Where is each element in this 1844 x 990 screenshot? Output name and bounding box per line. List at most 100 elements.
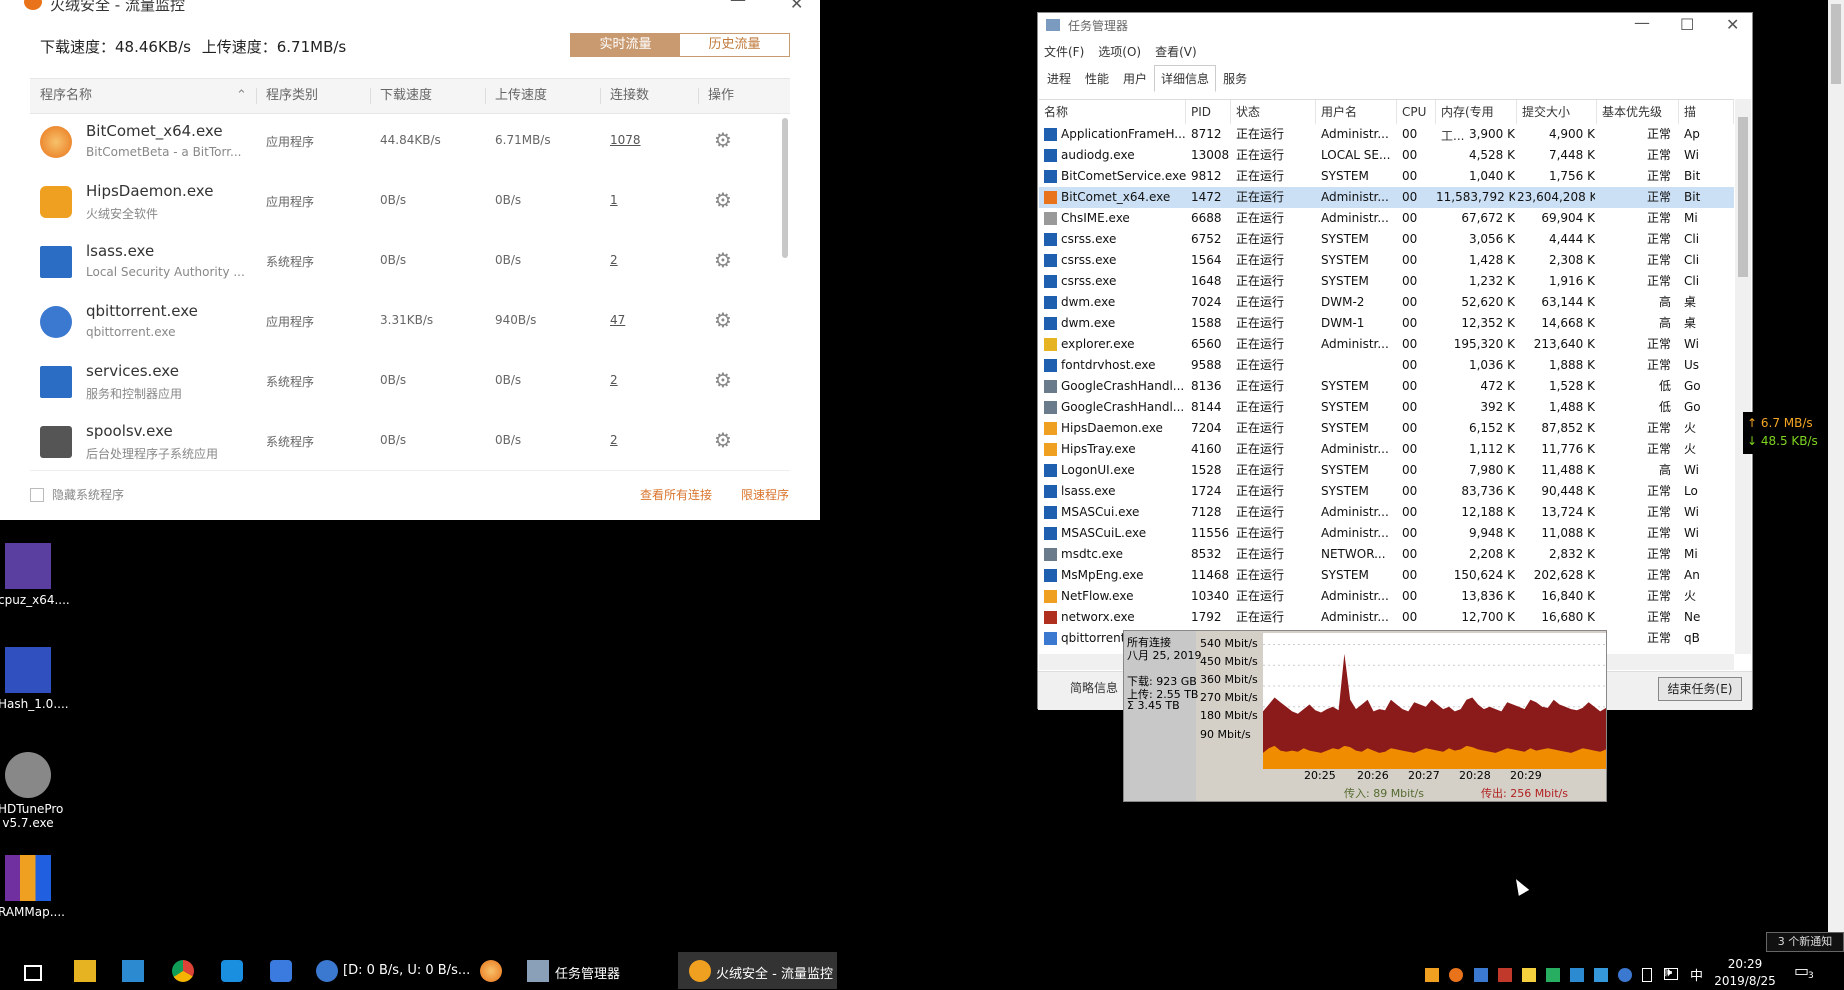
huorong-icon[interactable] (689, 960, 711, 982)
table-row[interactable]: MsMpEng.exe 11468 正在运行 SYSTEM 00 150,624 K 202… (1039, 565, 1734, 586)
table-row[interactable]: BitCometService.exe 9812 正在运行 SYSTEM 00 1,040… (1039, 166, 1734, 187)
col-priority[interactable]: 基本优先级 (1597, 100, 1679, 124)
tab-realtime[interactable]: 实时流量 (571, 34, 680, 56)
program-row[interactable]: HipsDaemon.exe 火绒安全软件 应用程序 0B/s 0B/s 1 ⚙ (30, 172, 780, 232)
program-conn-link[interactable]: 2 (610, 373, 618, 387)
col-cpu[interactable]: CPU (1397, 100, 1436, 124)
table-row[interactable]: dwm.exe 7024 正在运行 DWM-2 00 52,620 K 63,144 K 高桌 (1039, 292, 1734, 313)
program-row[interactable]: lsass.exe Local Security Authority ... 系… (30, 232, 780, 292)
tab-details[interactable]: 详细信息 (1154, 65, 1217, 92)
tray-chart-icon[interactable] (1546, 968, 1560, 982)
table-row[interactable]: MSASCuiL.exe 11556 正在运行 Administr... 00 9,948… (1039, 523, 1734, 544)
col-desc[interactable]: 描 (1679, 100, 1734, 124)
gear-icon[interactable]: ⚙ (714, 188, 732, 212)
table-row[interactable]: fontdrvhost.exe 9588 正在运行 00 1,036 K 1,888 K 正… (1039, 355, 1734, 376)
table-row[interactable]: ChsIME.exe 6688 正在运行 Administr... 00 67,672 K… (1039, 208, 1734, 229)
col-pid[interactable]: PID (1186, 100, 1231, 124)
table-row[interactable]: csrss.exe 1564 正在运行 SYSTEM 00 1,428 K 2,308 K 正… (1039, 250, 1734, 271)
tray-defender-icon[interactable] (1498, 968, 1512, 982)
table-row[interactable]: HipsTray.exe 4160 正在运行 Administr... 00 1,112 … (1039, 439, 1734, 460)
table-row[interactable]: csrss.exe 6752 正在运行 SYSTEM 00 3,056 K 4,444 K 正… (1039, 229, 1734, 250)
tray-shield-icon[interactable] (1425, 968, 1439, 982)
store-icon[interactable] (122, 960, 144, 982)
chrome-icon[interactable] (172, 960, 194, 982)
bird-app-icon[interactable] (270, 960, 292, 982)
notification-count[interactable]: 3 个新通知 (1766, 932, 1844, 952)
program-row[interactable]: BitComet_x64.exe BitCometBeta - a BitTor… (30, 112, 780, 172)
scroll-thumb[interactable] (1738, 117, 1748, 277)
action-center-icon[interactable]: ▭ (1794, 961, 1809, 980)
volume-icon[interactable]: 🕪 (1664, 965, 1672, 980)
tab-performance[interactable]: 性能 (1078, 65, 1116, 92)
clock[interactable]: 20:29 2019/8/25 (1702, 956, 1788, 990)
col-status[interactable]: 状态 (1231, 100, 1316, 124)
app-s-icon[interactable] (221, 960, 243, 982)
tray-network-icon[interactable] (1522, 968, 1536, 982)
menu-options[interactable]: 选项(O) (1098, 43, 1141, 60)
table-row[interactable]: BitComet_x64.exe 1472 正在运行 Administr... 00 11… (1039, 187, 1734, 208)
table-row[interactable]: lsass.exe 1724 正在运行 SYSTEM 00 83,736 K 90,448 … (1039, 481, 1734, 502)
close-icon[interactable]: ✕ (790, 0, 803, 13)
program-conn-link[interactable]: 1 (610, 193, 618, 207)
table-row[interactable]: LogonUI.exe 1528 正在运行 SYSTEM 00 7,980 K 11,488… (1039, 460, 1734, 481)
col-user[interactable]: 用户名 (1316, 100, 1397, 124)
taskmgr-icon[interactable] (527, 960, 549, 982)
end-task-button[interactable]: 结束任务(E) (1658, 677, 1742, 701)
col-up[interactable]: 上传速度 (495, 79, 547, 113)
gear-icon[interactable]: ⚙ (714, 368, 732, 392)
table-row[interactable]: explorer.exe 6560 正在运行 Administr... 00 195,32… (1039, 334, 1734, 355)
table-row[interactable]: audiodg.exe 13008 正在运行 LOCAL SE... 00 4,528 K… (1039, 145, 1734, 166)
table-row[interactable]: NetFlow.exe 10340 正在运行 Administr... 00 13,836… (1039, 586, 1734, 607)
right-edge-scrollbar[interactable] (1828, 0, 1844, 952)
program-row[interactable]: spoolsv.exe 后台处理程序子系统应用 系统程序 0B/s 0B/s 2… (30, 412, 780, 472)
qbittorrent-icon[interactable] (316, 960, 338, 982)
limit-speed-link[interactable]: 限速程序 (741, 486, 789, 503)
col-mem[interactable]: 内存(专用工... (1436, 100, 1517, 143)
col-commit[interactable]: 提交大小 (1517, 100, 1597, 124)
list-scrollbar[interactable] (782, 118, 788, 258)
tray-app-icon[interactable] (1570, 968, 1584, 982)
table-row[interactable]: msdtc.exe 8532 正在运行 NETWOR... 00 2,208 K 2,832… (1039, 544, 1734, 565)
table-row[interactable]: MSASCui.exe 7128 正在运行 Administr... 00 12,188 … (1039, 502, 1734, 523)
task-view-icon[interactable] (24, 965, 42, 981)
col-name[interactable]: 名称 (1039, 100, 1186, 124)
gear-icon[interactable]: ⚙ (714, 308, 732, 332)
tray-qbittorrent-icon[interactable] (1618, 968, 1632, 982)
minimize-button[interactable]: — (730, 0, 746, 9)
tray-cloud-icon[interactable] (1594, 968, 1608, 982)
table-row[interactable]: csrss.exe 1648 正在运行 SYSTEM 00 1,232 K 1,916 K 正… (1039, 271, 1734, 292)
table-row[interactable]: GoogleCrashHandl... 8144 正在运行 SYSTEM 00 392 K… (1039, 397, 1734, 418)
tab-services[interactable]: 服务 (1216, 65, 1254, 92)
qbittorrent-task-label[interactable]: [D: 0 B/s, U: 0 B/s... (343, 963, 470, 978)
view-all-connections-link[interactable]: 查看所有连接 (640, 486, 712, 503)
table-row[interactable]: HipsDaemon.exe 7204 正在运行 SYSTEM 00 6,152 K 87,… (1039, 418, 1734, 439)
brief-info-toggle[interactable]: 简略信息 (1070, 679, 1118, 696)
hide-system-checkbox[interactable] (30, 488, 44, 502)
gear-icon[interactable]: ⚙ (714, 428, 732, 452)
program-conn-link[interactable]: 47 (610, 313, 625, 327)
tab-users[interactable]: 用户 (1116, 65, 1154, 92)
tray-monitor-icon[interactable] (1474, 968, 1488, 982)
col-conn[interactable]: 连接数 (610, 79, 649, 113)
tray-bitcomet-icon[interactable] (1449, 968, 1463, 982)
menu-file[interactable]: 文件(F) (1044, 43, 1084, 60)
tab-history[interactable]: 历史流量 (680, 34, 789, 56)
table-row[interactable]: ApplicationFrameH... 8712 正在运行 Administr...… (1039, 124, 1734, 145)
bitcomet-icon[interactable] (480, 960, 502, 982)
col-name[interactable]: 程序名称 (40, 79, 92, 113)
menu-view[interactable]: 查看(V) (1155, 43, 1197, 60)
table-row[interactable]: GoogleCrashHandl... 8136 正在运行 SYSTEM 00 472 K… (1039, 376, 1734, 397)
file-explorer-icon[interactable] (74, 960, 96, 982)
desktop-icon-hash[interactable]: Hash_1.0.... (0, 647, 69, 711)
tray-usb-icon[interactable] (1642, 968, 1652, 982)
tab-processes[interactable]: 进程 (1040, 65, 1078, 92)
taskmgr-task-label[interactable]: 任务管理器 (555, 963, 620, 982)
desktop-icon-cpuz[interactable]: cpuz_x64.... (0, 543, 70, 607)
sort-up-icon[interactable]: ⌃ (236, 79, 247, 113)
minimize-button[interactable]: — (1634, 13, 1650, 32)
program-row[interactable]: services.exe 服务和控制器应用 系统程序 0B/s 0B/s 2 ⚙ (30, 352, 780, 412)
program-conn-link[interactable]: 2 (610, 433, 618, 447)
huorong-task-label[interactable]: 火绒安全 - 流量监控 (716, 963, 833, 982)
col-type[interactable]: 程序类别 (266, 79, 318, 113)
col-down[interactable]: 下载速度 (380, 79, 432, 113)
